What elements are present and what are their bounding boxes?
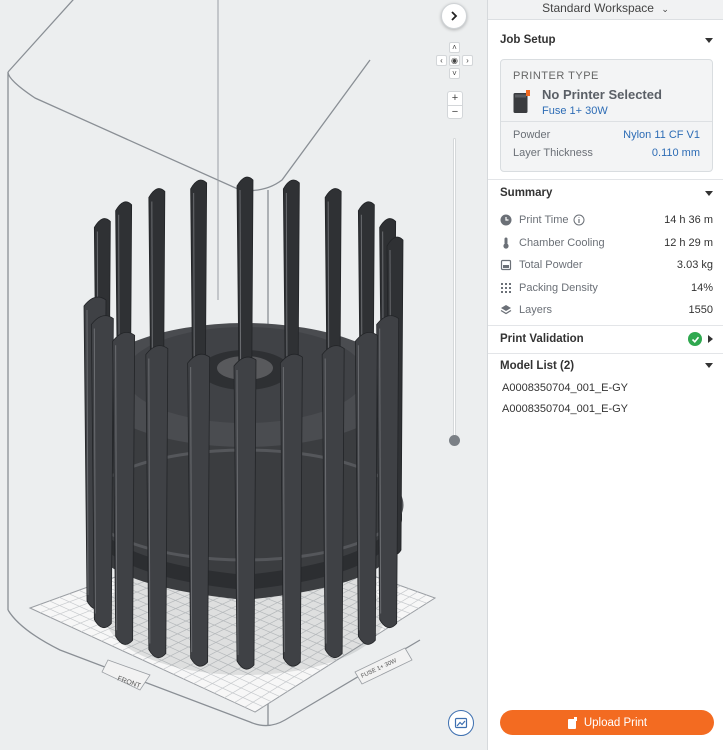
pan-left-icon[interactable]: ‹	[436, 55, 447, 66]
summary-row-layers: Layers 1550	[488, 299, 723, 322]
layer-thickness-value[interactable]: 0.110 mm	[652, 144, 700, 162]
layer-thickness-label: Layer Thickness	[513, 147, 593, 159]
job-setup-header[interactable]: Job Setup	[488, 27, 723, 53]
summary-row-chamber-cooling: Chamber Cooling 12 h 29 m	[488, 232, 723, 255]
build-volume-scene[interactable]: FRONT FUSE 1+ 30W	[0, 0, 487, 750]
screenshot-button[interactable]	[448, 710, 474, 736]
printer-card[interactable]: PRINTER TYPE No Printer Selected Fuse 1+…	[500, 59, 713, 172]
chevron-right-icon	[451, 11, 458, 21]
image-edit-icon	[454, 717, 468, 729]
summary-list: Print Time 14 h 36 m Chamber Cooling 12 …	[488, 206, 723, 322]
upload-printer-icon	[567, 716, 577, 729]
workspace-selector[interactable]: Standard Workspace ⌄	[488, 0, 723, 20]
impeller-model[interactable]	[83, 176, 404, 675]
summary-header[interactable]: Summary	[488, 180, 723, 206]
summary-row-packing-density: Packing Density 14%	[488, 277, 723, 300]
collapse-caret-icon	[705, 190, 713, 196]
summary-row-print-time: Print Time 14 h 36 m	[488, 209, 723, 232]
powder-label: Powder	[513, 129, 551, 141]
layers-value: 1550	[688, 304, 713, 317]
clock-icon	[500, 214, 512, 226]
expand-caret-icon	[708, 335, 713, 343]
total-powder-label: Total Powder	[519, 259, 583, 272]
pan-right-icon[interactable]: ›	[462, 55, 473, 66]
collapse-caret-icon	[705, 363, 713, 368]
zoom-in-button[interactable]: +	[448, 92, 462, 105]
3d-viewport[interactable]: FRONT FUSE 1+ 30W ˄ ‹ ◉ › ˅ + −	[0, 0, 487, 750]
zoom-controls: + −	[447, 91, 463, 119]
pan-down-icon[interactable]: ˅	[449, 68, 460, 79]
print-validation-title: Print Validation	[500, 333, 584, 345]
side-panel: Standard Workspace ⌄ Job Setup PRINTER T…	[487, 0, 723, 750]
powder-value[interactable]: Nylon 11 CF V1	[623, 126, 700, 144]
check-circle-icon	[688, 332, 702, 346]
chamber-cooling-label: Chamber Cooling	[519, 236, 605, 249]
chamber-cooling-value: 12 h 29 m	[664, 236, 713, 249]
layer-slider-track[interactable]	[453, 138, 456, 442]
printer-type-label: PRINTER TYPE	[513, 70, 599, 82]
pan-up-icon[interactable]: ˄	[449, 42, 460, 53]
print-time-label: Print Time	[519, 214, 569, 227]
layers-icon	[500, 304, 512, 316]
print-validation-row[interactable]: Print Validation	[488, 326, 723, 353]
packing-density-value: 14%	[690, 281, 713, 294]
layer-slider-handle[interactable]	[449, 435, 460, 446]
printer-status: No Printer Selected	[542, 87, 662, 102]
list-item[interactable]: A0008350704_001_E-GY	[488, 378, 723, 399]
thermometer-icon	[500, 237, 512, 249]
print-time-value: 14 h 36 m	[664, 214, 713, 227]
packing-density-icon	[500, 282, 512, 294]
eye-icon[interactable]: ◉	[449, 55, 460, 66]
view-navigation-pad[interactable]: ˄ ‹ ◉ › ˅	[436, 42, 474, 80]
job-setup-title: Job Setup	[500, 34, 556, 46]
printer-icon	[513, 90, 530, 114]
summary-row-total-powder: Total Powder 3.03 kg	[488, 254, 723, 277]
info-icon[interactable]	[573, 214, 585, 226]
model-list-header[interactable]: Model List (2)	[488, 354, 723, 378]
collapse-panel-button[interactable]	[441, 3, 467, 29]
list-item[interactable]: A0008350704_001_E-GY	[488, 399, 723, 420]
total-powder-value: 3.03 kg	[676, 259, 713, 272]
summary-title: Summary	[500, 187, 553, 199]
chevron-down-icon: ⌄	[661, 4, 669, 14]
upload-print-label: Upload Print	[583, 716, 648, 729]
printer-model-link[interactable]: Fuse 1+ 30W	[542, 105, 662, 117]
layer-thickness-row: Layer Thickness 0.110 mm	[501, 144, 712, 162]
packing-density-label: Packing Density	[519, 281, 598, 294]
collapse-caret-icon	[705, 37, 713, 43]
upload-print-button[interactable]: Upload Print	[500, 710, 714, 735]
model-list-title: Model List (2)	[500, 359, 575, 372]
workspace-label: Standard Workspace	[542, 1, 654, 15]
layers-label: Layers	[519, 304, 553, 317]
powder-row: Powder Nylon 11 CF V1	[501, 126, 712, 144]
powder-icon	[500, 259, 512, 271]
zoom-out-button[interactable]: −	[448, 106, 462, 119]
model-list: A0008350704_001_E-GY A0008350704_001_E-G…	[488, 378, 723, 420]
